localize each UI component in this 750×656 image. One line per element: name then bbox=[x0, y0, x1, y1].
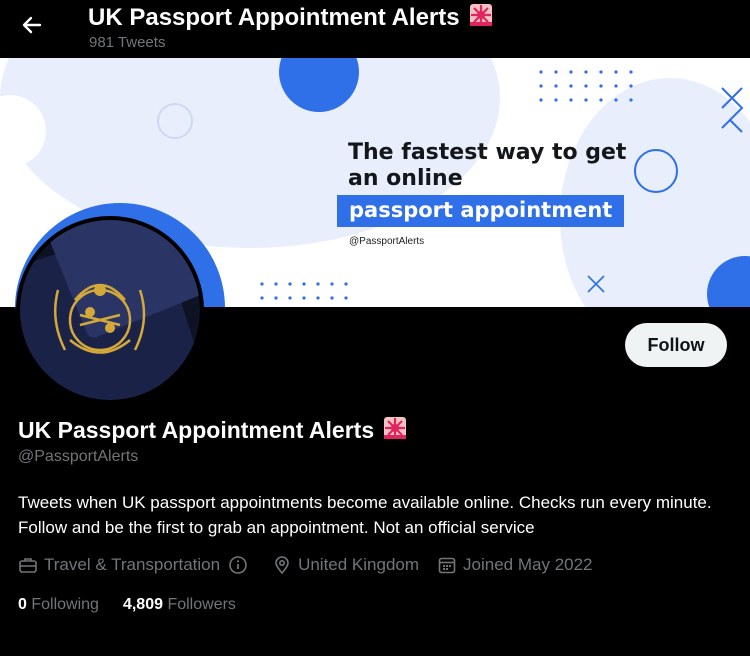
meta-category: Travel & Transportation bbox=[18, 555, 254, 575]
briefcase-icon bbox=[19, 558, 37, 573]
followers-link[interactable]: 4,809 Followers bbox=[123, 596, 236, 614]
info-icon[interactable] bbox=[228, 555, 248, 575]
meta-joined-text: Joined May 2022 bbox=[463, 555, 593, 574]
top-bar: UK Passport Appointment Alerts 981 Tweet… bbox=[0, 0, 750, 58]
arrow-left-icon bbox=[22, 16, 42, 34]
profile-meta: Travel & Transportation United Kingdom J… bbox=[18, 555, 611, 575]
profile-bio: Tweets when UK passport appointments bec… bbox=[18, 493, 712, 537]
passport-image bbox=[20, 220, 200, 400]
banner-headline-line1: The fastest way to get bbox=[348, 140, 627, 165]
banner-highlight: passport appointment bbox=[337, 195, 625, 227]
siren-icon bbox=[468, 2, 494, 35]
profile-avatar[interactable] bbox=[16, 216, 204, 404]
profile-name-text: UK Passport Appointment Alerts bbox=[18, 417, 375, 443]
following-count: 0 bbox=[18, 596, 27, 613]
header-title: UK Passport Appointment Alerts bbox=[88, 2, 494, 35]
banner-headline-line2: an online bbox=[348, 166, 463, 191]
followers-count: 4,809 bbox=[122, 596, 163, 613]
calendar-icon bbox=[438, 557, 456, 574]
header-title-text: UK Passport Appointment Alerts bbox=[88, 4, 460, 31]
siren-icon bbox=[382, 415, 408, 447]
banner-headline: The fastest way to get an online bbox=[348, 140, 626, 192]
location-pin-icon bbox=[275, 556, 289, 575]
followers-label: Followers bbox=[167, 596, 236, 613]
meta-joined: Joined May 2022 bbox=[437, 555, 593, 575]
back-button[interactable] bbox=[18, 10, 48, 40]
profile-handle: @PassportAlerts bbox=[18, 448, 139, 465]
meta-location-text: United Kingdom bbox=[298, 555, 420, 574]
tweet-count: 981 Tweets bbox=[89, 34, 166, 51]
follow-counts: 0 Following 4,809 Followers bbox=[18, 596, 260, 614]
meta-location: United Kingdom bbox=[272, 555, 419, 575]
follow-button[interactable]: Follow bbox=[625, 323, 727, 367]
following-label: Following bbox=[31, 596, 99, 613]
banner-handle: @PassportAlerts bbox=[349, 236, 425, 247]
following-link[interactable]: 0 Following bbox=[18, 596, 99, 614]
profile-name: UK Passport Appointment Alerts bbox=[18, 415, 408, 447]
meta-category-text: Travel & Transportation bbox=[44, 555, 221, 574]
